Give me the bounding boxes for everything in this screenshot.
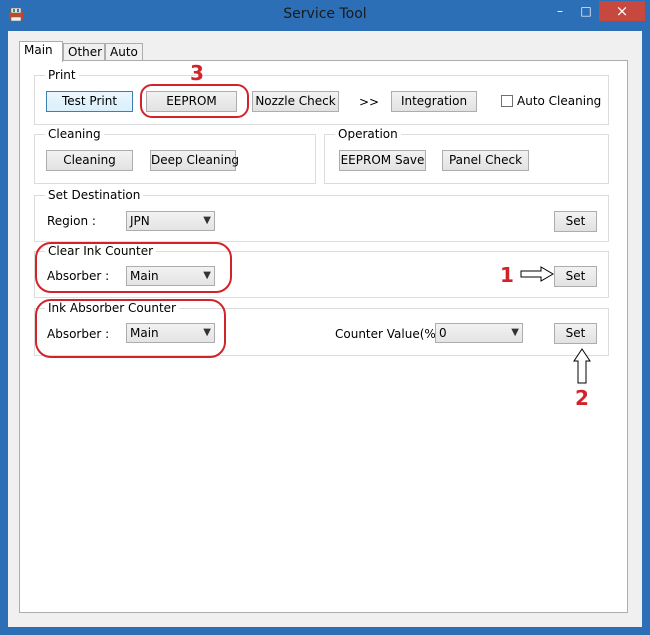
highlight-eeprom: [140, 84, 249, 118]
arrow-up-icon: [573, 348, 591, 384]
annotation-three: 3: [190, 61, 204, 85]
auto-cleaning-label: Auto Cleaning: [517, 94, 602, 108]
eeprom-save-button[interactable]: EEPROM Save: [339, 150, 426, 171]
app-window: Service Tool – □ × Main Other Auto Print…: [0, 0, 650, 635]
print-group: Print Test Print EEPROM Nozzle Check >> …: [34, 68, 609, 125]
set-destination-label: Set Destination: [45, 188, 144, 202]
annotation-one: 1: [500, 263, 514, 287]
print-group-label: Print: [45, 68, 79, 82]
tab-auto[interactable]: Auto: [105, 43, 143, 60]
counter-value-label: Counter Value(%) :: [335, 327, 449, 341]
counter-value-select[interactable]: 0 ▼: [435, 323, 523, 343]
deep-cleaning-button[interactable]: Deep Cleaning: [150, 150, 239, 171]
counter-value: 0: [439, 326, 447, 340]
ink-absorber-counter-set-button[interactable]: Set: [554, 323, 597, 344]
highlight-clear-ink-counter: [35, 242, 232, 293]
operation-group: Operation EEPROM Save Panel Check: [324, 127, 609, 184]
cleaning-group: Cleaning Cleaning Deep Cleaning: [34, 127, 316, 184]
maximize-button[interactable]: □: [573, 1, 599, 21]
region-select[interactable]: JPN ▼: [126, 211, 215, 231]
close-button[interactable]: ×: [599, 1, 645, 21]
arrow-right-icon: [520, 266, 554, 282]
panel-check-button[interactable]: Panel Check: [442, 150, 529, 171]
clear-ink-counter-set-button[interactable]: Set: [554, 266, 597, 287]
auto-cleaning-checkbox[interactable]: [501, 95, 513, 107]
highlight-ink-absorber-counter: [35, 299, 226, 358]
chevron-down-icon: ▼: [511, 327, 519, 338]
arrow-label: >>: [359, 95, 380, 109]
set-destination-set-button[interactable]: Set: [554, 211, 597, 232]
integration-button[interactable]: Integration: [391, 91, 477, 112]
cleaning-button[interactable]: Cleaning: [46, 150, 133, 171]
tab-main[interactable]: Main: [19, 41, 63, 62]
annotation-two: 2: [575, 386, 589, 410]
cleaning-group-label: Cleaning: [45, 127, 104, 141]
nozzle-check-button[interactable]: Nozzle Check: [252, 91, 339, 112]
title-bar[interactable]: Service Tool – □ ×: [0, 0, 650, 30]
chevron-down-icon: ▼: [203, 215, 211, 226]
operation-group-label: Operation: [335, 127, 401, 141]
region-value: JPN: [130, 214, 150, 228]
set-destination-group: Set Destination Region : JPN ▼ Set: [34, 188, 609, 242]
region-label: Region :: [47, 214, 96, 228]
test-print-button[interactable]: Test Print: [46, 91, 133, 112]
minimize-button[interactable]: –: [547, 1, 573, 21]
tab-other[interactable]: Other: [63, 43, 105, 60]
